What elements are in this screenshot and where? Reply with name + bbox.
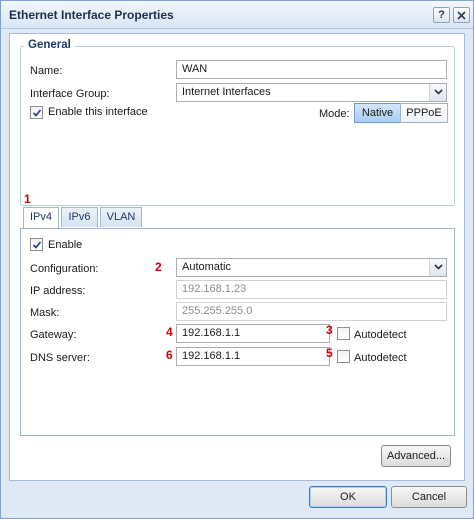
checkmark-icon [32,109,42,117]
close-icon [457,11,466,20]
ipv4-enable-checkbox[interactable] [30,238,43,251]
dns-autodetect-checkbox[interactable] [337,350,350,363]
dns-server-label: DNS server: [30,352,90,364]
interface-group-select[interactable]: Internet Interfaces [176,83,447,102]
annotation-marker-1: 1 [24,192,31,206]
configuration-dropdown-button[interactable] [429,259,446,276]
configuration-select[interactable]: Automatic [176,258,447,277]
annotation-marker-2: 2 [155,260,162,274]
interface-group-dropdown-button[interactable] [429,84,446,101]
dialog-title: Ethernet Interface Properties [9,8,174,22]
tab-ipv4[interactable]: IPv4 [23,207,59,228]
enable-interface-label: Enable this interface [48,106,148,118]
mask-label: Mask: [30,307,60,319]
mode-pppoe-button[interactable]: PPPoE [400,103,448,123]
properties-dialog: Ethernet Interface Properties ? General … [0,0,474,519]
ok-button[interactable]: OK [309,486,387,508]
tab-vlan[interactable]: VLAN [100,207,142,227]
gateway-autodetect-label: Autodetect [354,329,407,341]
close-button[interactable] [453,7,470,23]
gateway-autodetect-checkbox[interactable] [337,327,350,340]
interface-group-value: Internet Interfaces [182,86,271,98]
configuration-value: Automatic [182,261,231,273]
name-label: Name: [30,65,63,77]
general-group-title: General [24,39,75,51]
ip-address-input[interactable]: 192.168.1.23 [176,280,447,299]
dialog-body: General Name: WAN Interface Group: Inter… [9,33,465,481]
title-bar[interactable]: Ethernet Interface Properties ? [1,1,473,29]
tab-ipv6[interactable]: IPv6 [61,207,98,227]
dns-autodetect-label: Autodetect [354,352,407,364]
chevron-down-icon [434,264,443,270]
gateway-input[interactable]: 192.168.1.1 [176,324,330,343]
gateway-label: Gateway: [30,329,77,341]
annotation-marker-6: 6 [166,348,173,362]
mask-input[interactable]: 255.255.255.0 [176,302,447,321]
mode-native-button[interactable]: Native [354,103,401,123]
dns-server-input[interactable]: 192.168.1.1 [176,347,330,366]
ipv4-enable-label: Enable [48,239,83,251]
chevron-down-icon [434,89,443,95]
annotation-marker-3: 3 [326,323,333,337]
annotation-marker-5: 5 [326,346,333,360]
help-button[interactable]: ? [433,7,450,23]
cancel-button[interactable]: Cancel [391,486,467,508]
advanced-button[interactable]: Advanced... [381,445,451,467]
name-input[interactable]: WAN [176,60,447,79]
interface-group-label: Interface Group: [30,88,110,100]
checkmark-icon [32,241,42,249]
configuration-label: Configuration: [30,263,99,275]
mode-label: Mode: [319,108,350,120]
enable-interface-checkbox[interactable] [30,106,43,119]
annotation-marker-4: 4 [166,325,173,339]
ip-address-label: IP address: [30,285,86,297]
